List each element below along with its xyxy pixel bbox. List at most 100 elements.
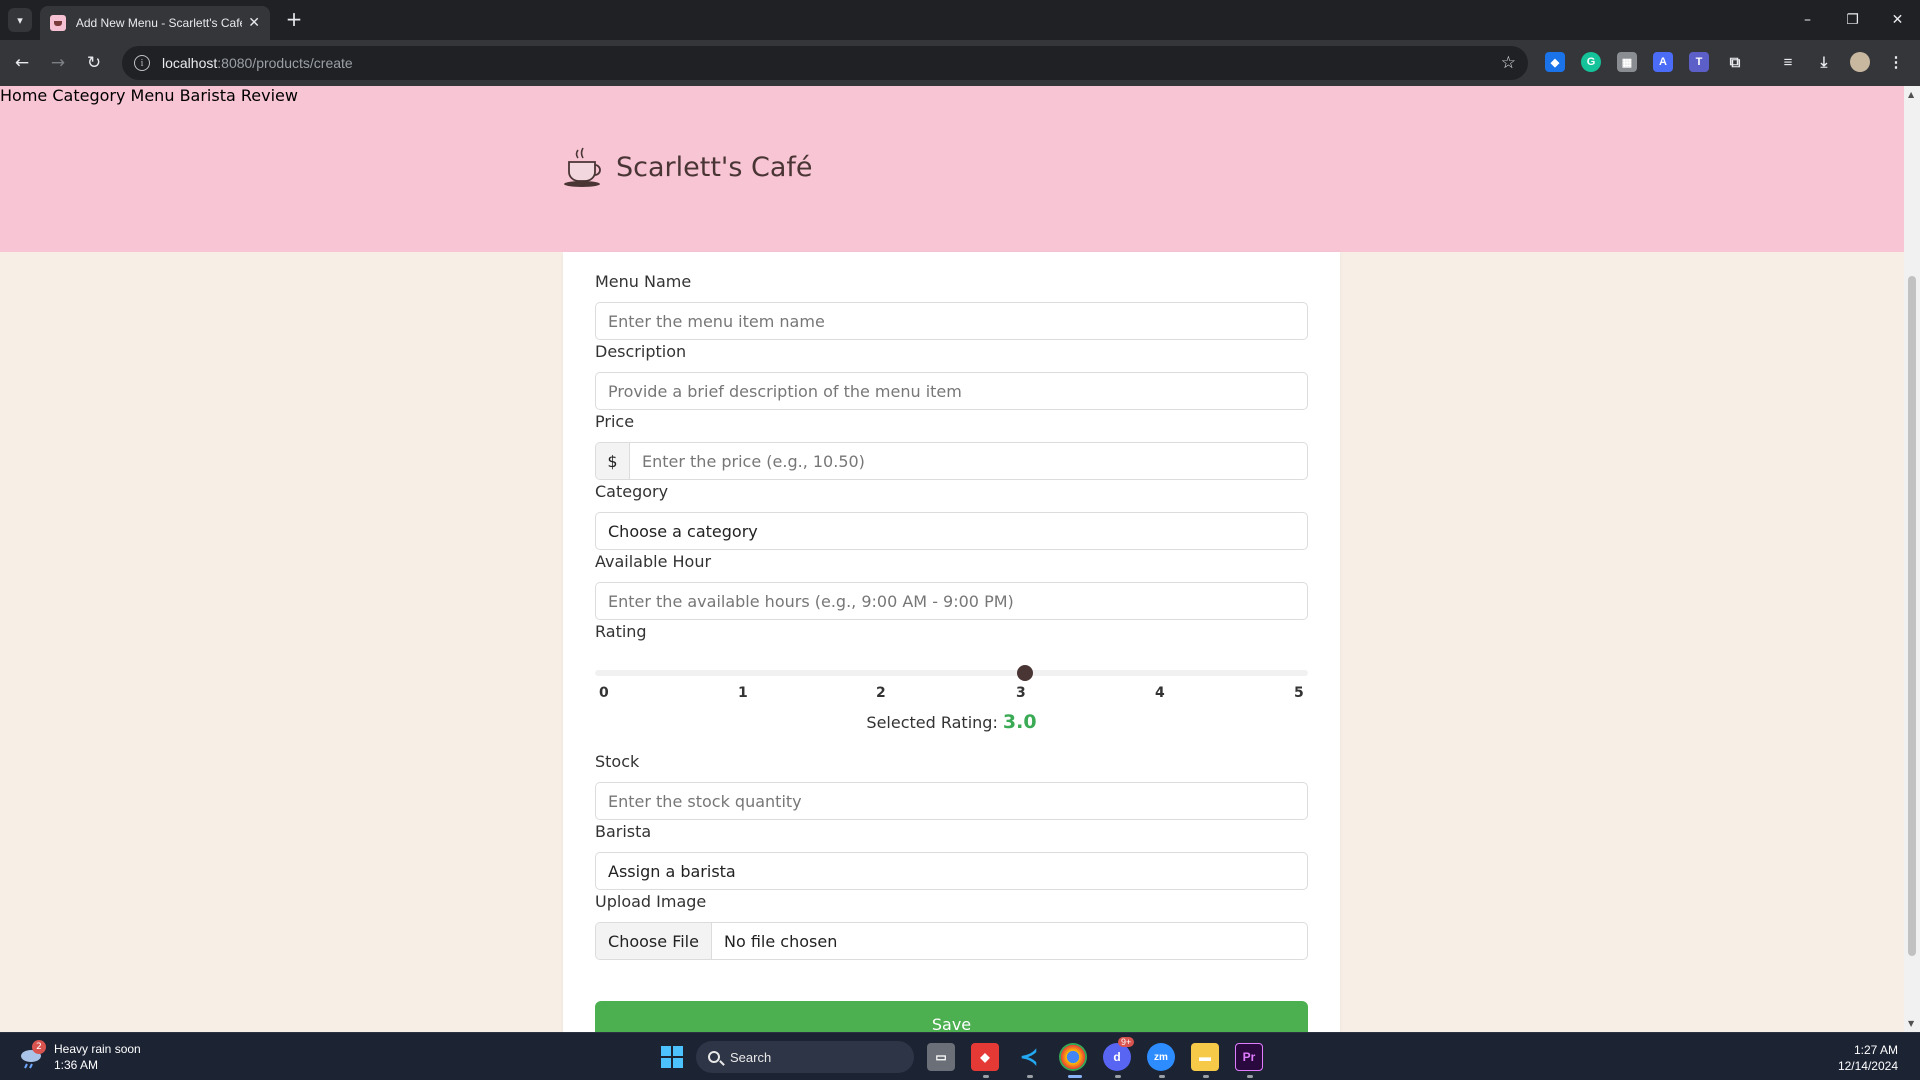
address-bar[interactable]: i localhost:8080/products/create ☆ bbox=[122, 46, 1528, 80]
chrome-icon[interactable] bbox=[1059, 1043, 1087, 1071]
windows-start-icon[interactable] bbox=[658, 1043, 686, 1071]
stock-label: Stock bbox=[595, 752, 640, 771]
upload-image-label: Upload Image bbox=[595, 892, 707, 911]
file-upload: Choose File No file chosen bbox=[595, 922, 1308, 960]
price-input[interactable]: Enter the price (e.g., 10.50) bbox=[630, 443, 1307, 479]
rating-tick: 2 bbox=[876, 685, 886, 701]
choose-file-button[interactable]: Choose File bbox=[596, 923, 712, 959]
selected-rating-label: Selected Rating: bbox=[866, 713, 998, 732]
nav-menu-link[interactable]: Menu bbox=[131, 86, 175, 105]
rating-slider-track[interactable] bbox=[595, 670, 1308, 676]
search-icon bbox=[708, 1051, 720, 1063]
task-view-icon[interactable]: ▭ bbox=[927, 1043, 955, 1071]
restore-button[interactable]: ❐ bbox=[1830, 0, 1875, 40]
tab-search-icon[interactable]: ▾ bbox=[8, 8, 32, 32]
currency-prefix: $ bbox=[596, 443, 630, 479]
scrollbar-thumb[interactable] bbox=[1908, 276, 1916, 956]
system-clock[interactable]: 1:27 AM 12/14/2024 bbox=[1838, 1042, 1898, 1074]
selected-rating-value: 3.0 bbox=[1002, 711, 1037, 733]
running-indicator bbox=[1247, 1075, 1253, 1078]
page-scrollbar[interactable]: ▲ ▼ bbox=[1904, 86, 1920, 1032]
tab-close-icon[interactable]: ✕ bbox=[248, 15, 260, 31]
scroll-up-arrow-icon[interactable]: ▲ bbox=[1908, 90, 1914, 99]
add-menu-form: Menu Name Enter the menu item name Descr… bbox=[563, 252, 1340, 1032]
running-indicator bbox=[1159, 1075, 1165, 1078]
clock-date: 12/14/2024 bbox=[1837, 1059, 1898, 1073]
price-input-group: $ Enter the price (e.g., 10.50) bbox=[595, 442, 1308, 480]
new-tab-button[interactable]: + bbox=[282, 8, 306, 32]
selected-rating: Selected Rating: 3.0 bbox=[563, 711, 1340, 733]
available-hour-label: Available Hour bbox=[595, 552, 712, 571]
rating-slider-thumb[interactable] bbox=[1016, 665, 1033, 681]
back-arrow-icon[interactable]: ← bbox=[10, 51, 34, 75]
anydesk-icon[interactable]: ◆ bbox=[971, 1043, 999, 1071]
close-window-button[interactable]: ✕ bbox=[1875, 0, 1920, 40]
cafe-favicon-icon bbox=[50, 15, 66, 31]
running-indicator bbox=[983, 1075, 989, 1078]
rating-tick: 0 bbox=[599, 685, 609, 701]
discord-badge: 9+ bbox=[1118, 1037, 1135, 1047]
available-hour-input[interactable]: Enter the available hours (e.g., 9:00 AM… bbox=[595, 582, 1308, 620]
browser-tab-strip: ▾ Add New Menu - Scarlett's Café ✕ + – ❐… bbox=[0, 0, 1920, 40]
browser-tab-active[interactable]: Add New Menu - Scarlett's Café ✕ bbox=[40, 6, 270, 40]
windows-taskbar: 2 Heavy rain soon 1:36 AM Search ▭ ◆ ≺ d… bbox=[0, 1032, 1920, 1080]
forward-arrow-icon[interactable]: → bbox=[46, 51, 70, 75]
nav-review-link[interactable]: Review bbox=[241, 86, 298, 105]
menu-name-input[interactable]: Enter the menu item name bbox=[595, 302, 1308, 340]
description-label: Description bbox=[595, 342, 687, 361]
save-button[interactable]: Save bbox=[595, 1001, 1308, 1032]
weather-widget[interactable]: 2 Heavy rain soon 1:36 AM bbox=[18, 1040, 141, 1073]
discord-icon[interactable]: d bbox=[1103, 1043, 1131, 1071]
page-viewport: Scarlett's Café Home Category Menu Baris… bbox=[0, 86, 1904, 1032]
weather-time: 1:36 AM bbox=[54, 1058, 99, 1072]
rating-tick: 5 bbox=[1294, 685, 1304, 701]
url-text[interactable]: localhost:8080/products/create bbox=[162, 55, 353, 71]
site-info-icon[interactable]: i bbox=[134, 55, 150, 71]
scroll-down-arrow-icon[interactable]: ▼ bbox=[1908, 1019, 1914, 1028]
tab-title: Add New Menu - Scarlett's Café bbox=[75, 16, 243, 30]
rating-tick: 3 bbox=[1016, 685, 1026, 701]
barista-label: Barista bbox=[595, 822, 652, 841]
weather-title: Heavy rain soon bbox=[54, 1042, 141, 1056]
premiere-pro-icon[interactable]: Pr bbox=[1235, 1043, 1263, 1071]
nav-barista-link[interactable]: Barista bbox=[180, 86, 236, 105]
taskbar-search-label: Search bbox=[730, 1049, 772, 1065]
file-explorer-icon[interactable]: ▬ bbox=[1191, 1043, 1219, 1071]
bookmark-star-icon[interactable]: ☆ bbox=[1501, 53, 1516, 73]
price-label: Price bbox=[595, 412, 635, 431]
file-status: No file chosen bbox=[724, 931, 838, 951]
rating-tick: 1 bbox=[738, 685, 748, 701]
brand-name: Scarlett's Café bbox=[616, 151, 813, 183]
extensions-puzzle-icon[interactable]: ⧉ bbox=[1725, 52, 1745, 72]
profile-avatar[interactable] bbox=[1850, 52, 1870, 72]
url-host: localhost bbox=[162, 55, 218, 71]
media-control-icon[interactable]: ≡ bbox=[1778, 52, 1798, 72]
teams-icon[interactable]: T bbox=[1689, 52, 1709, 72]
description-input[interactable]: Provide a brief description of the menu … bbox=[595, 372, 1308, 410]
menu-name-label: Menu Name bbox=[595, 272, 692, 291]
active-indicator bbox=[1068, 1075, 1082, 1078]
zoom-icon[interactable]: zm bbox=[1147, 1043, 1175, 1071]
extension-shield-icon[interactable]: ◆ bbox=[1545, 52, 1565, 72]
main-nav: Home Category Menu Barista Review bbox=[0, 86, 1904, 105]
category-select[interactable]: Choose a category bbox=[595, 512, 1308, 550]
nav-home-link[interactable]: Home bbox=[0, 86, 47, 105]
reload-icon[interactable]: ↻ bbox=[82, 51, 106, 75]
nav-category-link[interactable]: Category bbox=[52, 86, 125, 105]
rating-label: Rating bbox=[595, 622, 647, 641]
grammarly-icon[interactable]: G bbox=[1581, 52, 1601, 72]
browser-menu-icon[interactable]: ⋮ bbox=[1886, 52, 1906, 72]
barista-select[interactable]: Assign a barista bbox=[595, 852, 1308, 890]
running-indicator bbox=[1203, 1075, 1209, 1078]
rain-cloud-icon: 2 bbox=[18, 1040, 46, 1070]
download-icon[interactable]: ⤓ bbox=[1814, 52, 1834, 72]
stock-input[interactable]: Enter the stock quantity bbox=[595, 782, 1308, 820]
taskbar-search[interactable]: Search bbox=[696, 1041, 914, 1073]
vscode-icon[interactable]: ≺ bbox=[1015, 1043, 1043, 1071]
translate-icon[interactable]: A bbox=[1653, 52, 1673, 72]
minimize-button[interactable]: – bbox=[1785, 0, 1830, 40]
rating-tick: 4 bbox=[1155, 685, 1165, 701]
extension-puzzle-grey-icon[interactable]: ▦ bbox=[1617, 52, 1637, 72]
coffee-cup-icon bbox=[564, 147, 601, 187]
brand-logo[interactable]: Scarlett's Café bbox=[562, 146, 813, 188]
